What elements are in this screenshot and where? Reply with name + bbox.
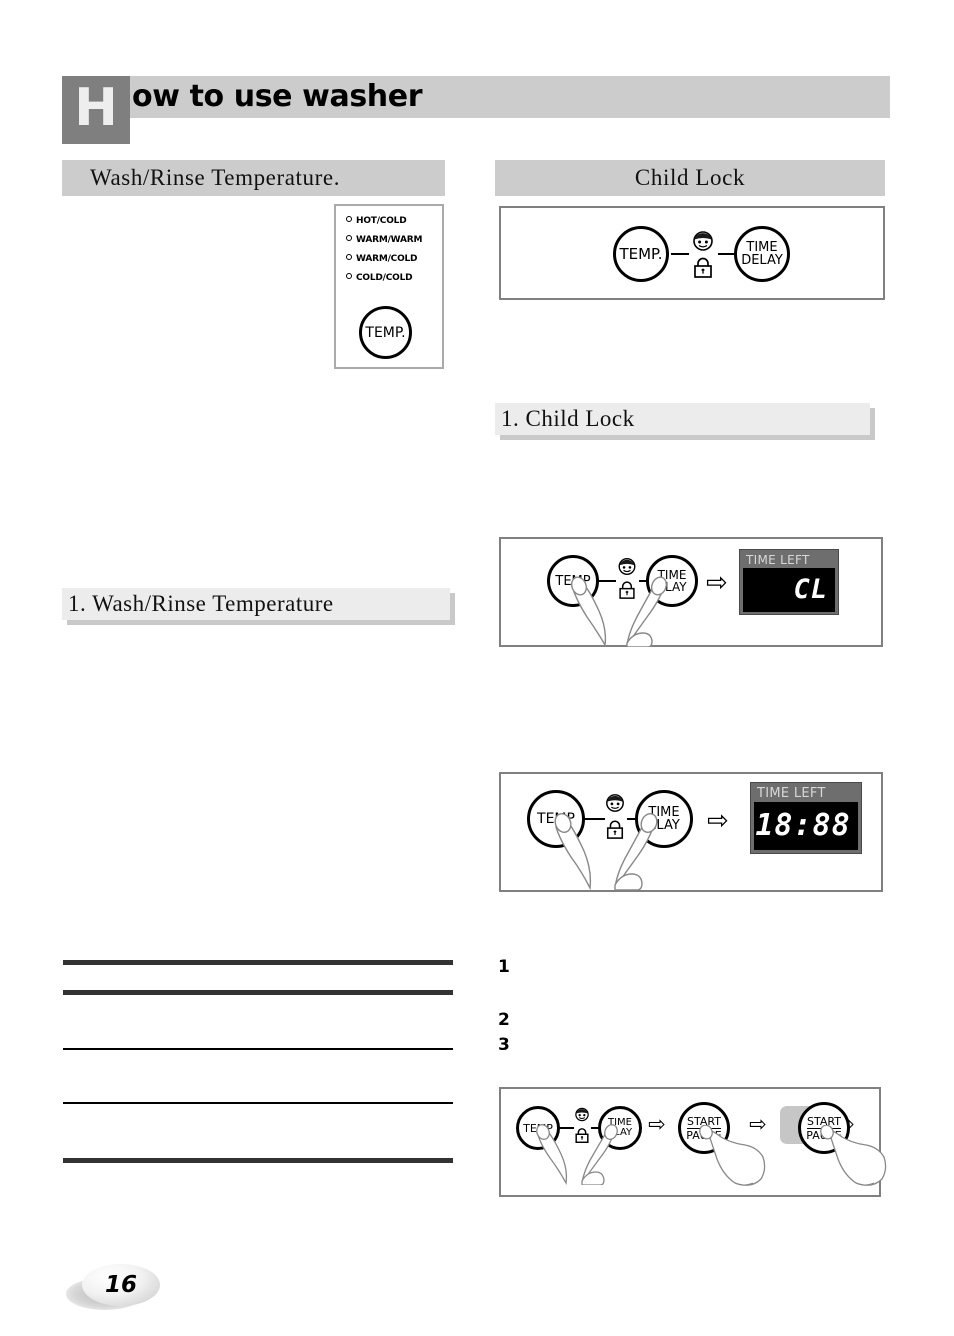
section-header-wash-rinse-temperature: Wash/Rinse Temperature.	[62, 160, 445, 196]
temp-option-label: HOT/COLD	[356, 216, 407, 226]
temp-option-hot-cold: HOT/COLD	[346, 216, 407, 226]
rule-line	[63, 1048, 453, 1050]
time-delay-button[interactable]: TIME DELAY	[734, 226, 790, 282]
page-number-text: 16	[104, 1272, 137, 1298]
display-label: TIME LEFT	[757, 786, 826, 801]
shadow-edge	[500, 435, 875, 440]
connector-line	[671, 253, 689, 255]
pressing-hands-icon	[570, 576, 668, 647]
pressing-hand-icon	[820, 1125, 887, 1186]
display-value: CL	[743, 568, 835, 612]
child-lock-icon	[688, 230, 718, 278]
temp-button-label: TEMP.	[365, 324, 406, 341]
child-lock-button-diagram: TEMP. TIME DELAY	[499, 206, 885, 300]
led-indicator-icon	[346, 254, 352, 260]
time-left-display-child-lock: TIME LEFT CL	[739, 549, 839, 615]
temp-option-warm-cold: WARM/COLD	[346, 254, 418, 264]
padlock-icon	[694, 257, 712, 278]
child-face-icon	[693, 231, 713, 251]
temp-option-cold-cold: COLD/COLD	[346, 273, 413, 283]
page-title: ow to use washer	[132, 79, 423, 114]
child-lock-sequence-diagram: TEMP TIME ELAY ⇨ START PAUSE	[499, 1087, 887, 1197]
shadow-edge	[67, 620, 455, 625]
temp-option-warm-warm: WARM/WARM	[346, 235, 422, 245]
time-left-display-time: TIME LEFT 18:88	[750, 782, 862, 854]
subheading-child-lock: 1. Child Lock	[495, 403, 875, 440]
subheading-wash-rinse-temperature: 1. Wash/Rinse Temperature	[62, 588, 455, 625]
temp-option-label: WARM/WARM	[356, 235, 423, 245]
temp-option-label: COLD/COLD	[356, 273, 413, 283]
list-item-number: 1	[498, 957, 510, 977]
arrow-icon: ⇨	[706, 568, 728, 598]
temp-option-label: WARM/COLD	[356, 254, 418, 264]
rule-line	[63, 960, 453, 965]
child-lock-deactivate-diagram: TEMP TIME ELAY ⇨ TIME LEFT 18:88	[499, 772, 883, 892]
rule-line	[63, 990, 453, 995]
section-header-child-lock: Child Lock	[495, 160, 885, 196]
pressing-hands-icon	[554, 813, 658, 890]
display-label: TIME LEFT	[746, 553, 810, 567]
arrow-icon: ⇨	[648, 1112, 666, 1136]
temp-button[interactable]: TEMP.	[359, 306, 412, 359]
pressing-hands-icon	[536, 1124, 618, 1185]
temperature-control-panel: HOT/COLD WARM/WARM WARM/COLD COLD/COLD T…	[334, 204, 444, 369]
page-number: 16	[66, 1262, 162, 1318]
led-indicator-icon	[346, 273, 352, 279]
child-face-icon	[575, 1107, 589, 1122]
header-drop-cap: H	[62, 76, 130, 144]
child-face-icon	[618, 558, 636, 575]
list-item-number: 3	[498, 1035, 510, 1055]
subheading-text: 1. Child Lock	[501, 406, 635, 431]
led-indicator-icon	[346, 216, 352, 222]
rule-line	[63, 1102, 453, 1104]
temp-button-label: TEMP.	[619, 244, 663, 263]
child-lock-activate-diagram: TEMP TIME ELAY ⇨ TIME LEFT CL	[499, 537, 883, 647]
led-indicator-icon	[346, 235, 352, 241]
list-item-number: 2	[498, 1010, 510, 1030]
temp-button[interactable]: TEMP.	[613, 226, 669, 282]
time-delay-label-line2: DELAY	[741, 253, 783, 268]
child-face-icon	[606, 794, 624, 812]
arrow-icon: ⇨	[707, 806, 729, 836]
arrow-icon: ⇨	[749, 1112, 767, 1136]
display-value: 18:88	[754, 802, 858, 850]
subheading-text: 1. Wash/Rinse Temperature	[68, 591, 334, 616]
rule-line	[63, 1158, 453, 1163]
